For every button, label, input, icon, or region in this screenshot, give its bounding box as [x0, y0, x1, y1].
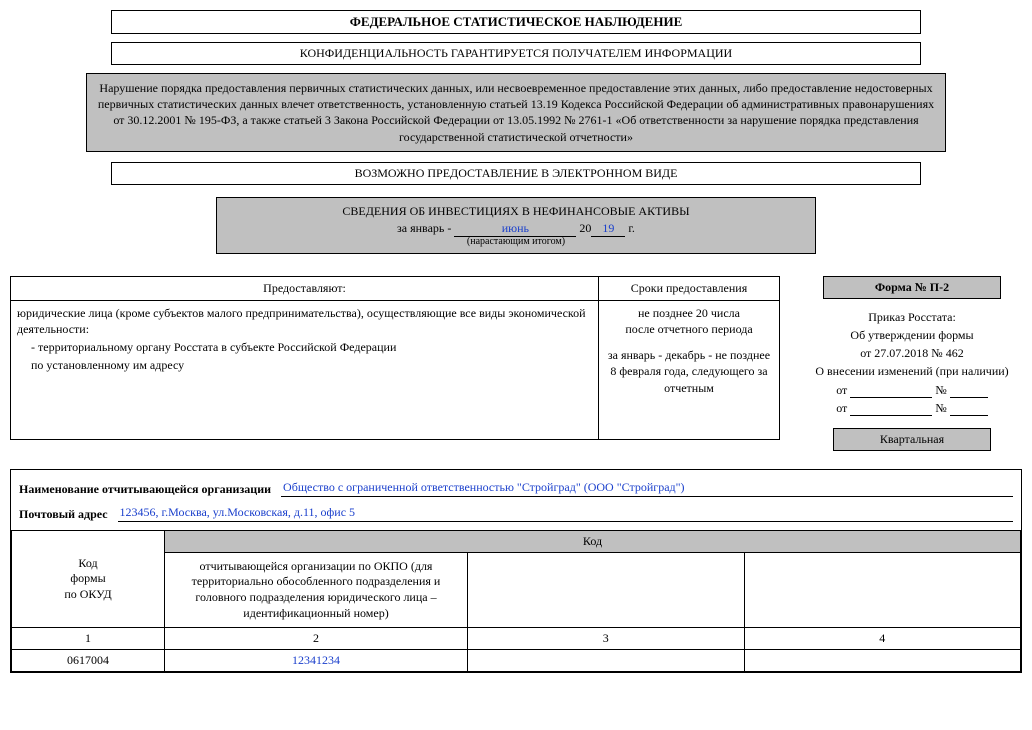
amend-row-1: от № — [802, 382, 1022, 398]
okud-label-3: по ОКУД — [18, 587, 158, 603]
num-c1: 1 — [12, 628, 165, 650]
org-address-row: Почтовый адрес 123456, г.Москва, ул.Моск… — [19, 505, 1013, 522]
num-c4: 4 — [744, 628, 1021, 650]
legal-warning: Нарушение порядка предоставления первичн… — [86, 73, 946, 152]
org-name-label: Наименование отчитывающейся организации — [19, 482, 271, 497]
period-month-field[interactable]: июнь — [454, 221, 576, 237]
okud-value[interactable]: 0617004 — [12, 650, 165, 672]
codes-table: Код формы по ОКУД Код отчитывающейся орг… — [11, 530, 1021, 672]
providers-item1: - территориальному органу Росстата в суб… — [31, 339, 592, 355]
ot-label-2: от — [836, 401, 847, 415]
codes-value-row: 0617004 12341234 — [12, 650, 1021, 672]
deadline-line2: после отчетного периода — [605, 321, 773, 337]
org-name-field[interactable]: Общество с ограниченной ответственностью… — [281, 480, 1013, 497]
ot-label-1: от — [836, 383, 847, 397]
deadline-line3: за январь - декабрь - не позднее 8 февра… — [605, 347, 773, 396]
providers-cell: юридические лица (кроме субъектов малого… — [11, 300, 599, 439]
report-period: за январь - июнь 2019 г. — [227, 221, 805, 237]
main-title: ФЕДЕРАЛЬНОЕ СТАТИСТИЧЕСКОЕ НАБЛЮДЕНИЕ — [111, 10, 921, 34]
code-c3-value[interactable] — [468, 650, 745, 672]
electronic-notice: ВОЗМОЖНО ПРЕДОСТАВЛЕНИЕ В ЭЛЕКТРОННОМ ВИ… — [111, 162, 921, 185]
organization-block: Наименование отчитывающейся организации … — [10, 469, 1022, 673]
codes-numrow: 1 2 3 4 — [12, 628, 1021, 650]
form-number-box: Форма № П-2 — [823, 276, 1001, 299]
providers-intro: юридические лица (кроме субъектов малого… — [17, 305, 592, 337]
provision-table: Предоставляют: Сроки предоставления юрид… — [10, 276, 780, 440]
no-label-1: № — [935, 383, 946, 397]
code-header: Код — [165, 530, 1021, 552]
okud-label-2: формы — [18, 571, 158, 587]
amend-no-2[interactable] — [950, 403, 988, 416]
order-line1: Приказ Росстата: — [802, 309, 1022, 325]
okud-label-1: Код — [18, 556, 158, 572]
okud-label-cell: Код формы по ОКУД — [12, 530, 165, 627]
deadline-header: Сроки предоставления — [599, 276, 780, 300]
code-col4-header — [744, 552, 1021, 627]
periodicity-box: Квартальная — [833, 428, 991, 451]
org-address-field[interactable]: 123456, г.Москва, ул.Московская, д.11, о… — [118, 505, 1013, 522]
org-name-row: Наименование отчитывающейся организации … — [19, 480, 1013, 497]
num-c2: 2 — [165, 628, 468, 650]
report-title: СВЕДЕНИЯ ОБ ИНВЕСТИЦИЯХ В НЕФИНАНСОВЫЕ А… — [227, 204, 805, 219]
deadline-line1: не позднее 20 числа — [605, 305, 773, 321]
year-prefix: 20 — [579, 221, 591, 235]
code-c4-value[interactable] — [744, 650, 1021, 672]
amend-date-1[interactable] — [850, 385, 932, 398]
amend-row-2: от № — [802, 400, 1022, 416]
form-meta-panel: Форма № П-2 Приказ Росстата: Об утвержде… — [802, 276, 1022, 451]
no-label-2: № — [935, 401, 946, 415]
amend-date-2[interactable] — [850, 403, 932, 416]
deadline-cell: не позднее 20 числа после отчетного пери… — [599, 300, 780, 439]
period-prefix: за январь - — [397, 221, 451, 235]
order-line2: Об утверждении формы — [802, 327, 1022, 343]
providers-item2: по установленному им адресу — [31, 357, 592, 373]
amend-no-1[interactable] — [950, 385, 988, 398]
confidentiality-notice: КОНФИДЕНЦИАЛЬНОСТЬ ГАРАНТИРУЕТСЯ ПОЛУЧАТ… — [111, 42, 921, 65]
order-line3: от 27.07.2018 № 462 — [802, 345, 1022, 361]
report-info-box: СВЕДЕНИЯ ОБ ИНВЕСТИЦИЯХ В НЕФИНАНСОВЫЕ А… — [216, 197, 816, 254]
num-c3: 3 — [468, 628, 745, 650]
org-address-label: Почтовый адрес — [19, 507, 108, 522]
providers-header: Предоставляют: — [11, 276, 599, 300]
year-g: г. — [628, 221, 635, 235]
order-line4: О внесении изменений (при наличии) — [802, 363, 1022, 379]
code-col3-header — [468, 552, 745, 627]
period-caption: (нарастающим итогом) — [227, 236, 805, 247]
period-year-field[interactable]: 19 — [591, 221, 625, 237]
okpo-desc-cell: отчитывающейся организации по ОКПО (для … — [165, 552, 468, 627]
okpo-value[interactable]: 12341234 — [165, 650, 468, 672]
